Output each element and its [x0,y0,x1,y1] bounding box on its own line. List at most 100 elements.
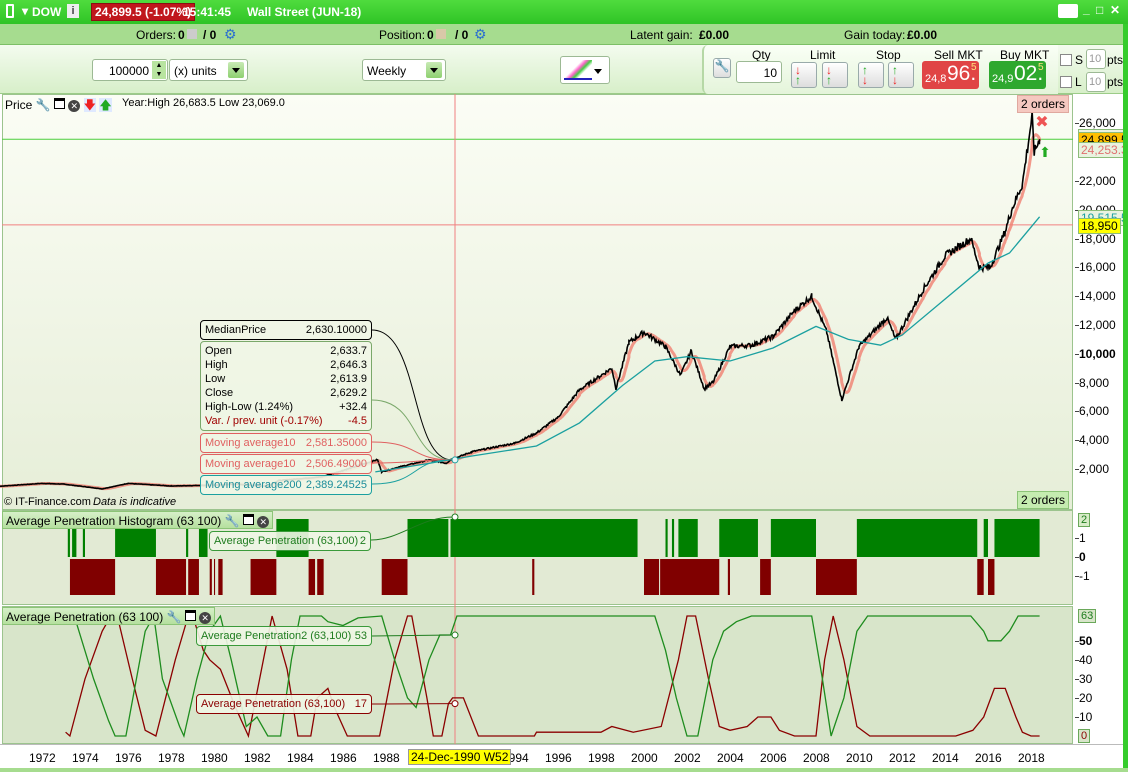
average-penetration-panel[interactable] [2,606,1073,744]
window-border [1123,24,1128,772]
stop-buy-button[interactable]: ↑ ↓ [888,62,914,88]
histogram-panel-header: Average Penetration Histogram (63 100) 🔧… [2,511,274,529]
price-axis[interactable]: 2,000 4,000 6,000 8,000 10,000 12,000 14,000 16… [1074,94,1128,510]
price-tick: 22,000 [1075,174,1116,188]
chevron-down-icon [228,62,244,78]
gear-icon[interactable]: ⚙ [224,26,237,43]
info-icon[interactable]: i [67,4,79,18]
axis-label-low: 24,253.3 [1078,141,1128,158]
close-position-icon[interactable] [436,29,446,39]
sell-market-button[interactable]: 24,8 96. 5 [922,61,979,89]
cancel-orders-icon[interactable] [187,29,197,39]
time-tick: 1986 [330,751,357,765]
units-value: (x) units [174,64,217,78]
time-tick: 2000 [631,751,658,765]
period-select[interactable]: Weekly [362,59,446,81]
ohlc-value: 2,613.9 [330,373,367,385]
close-icon[interactable]: ✕ [1110,3,1120,17]
wrench-icon[interactable]: 🔧 [167,610,182,624]
tooltip-value: 2,389.24525 [305,479,367,491]
position-total: / 0 [455,28,469,42]
orders-count: 0 [178,28,185,42]
latent-gain-label: Latent gain: [630,28,693,42]
stop-sell-button[interactable]: ↑ ↓ [858,62,884,88]
ap2-tooltip: Average Penetration2 (63,100) 53 [196,626,372,646]
ap-tick: 30 [1074,671,1093,686]
order-panel: 🔧 Qty 10 Limit ↓ ↑ ↓ ↑ Stop ↑ ↓ ↑ ↓ Sell MKT… [702,45,1058,94]
orders-badge-top[interactable]: 2 orders [1017,95,1070,113]
limit-sell-button[interactable]: ↓ ↑ [791,62,817,88]
time-tick: 1998 [588,751,615,765]
axis-label-cursor: 18,950 [1078,217,1121,234]
buy-mkt-label: Buy MKT [1000,48,1050,62]
minimize-icon[interactable]: _ [1083,2,1090,16]
instrument-symbol[interactable]: DOW [32,5,61,19]
stepper-arrows-icon[interactable]: ▲ ▼ [152,61,166,79]
ap-panel-title: Average Penetration (63 100) [6,610,164,624]
s-pts-label: pts [1107,53,1124,67]
histogram-axis[interactable]: 1 0 -1 2 [1075,510,1123,606]
s-checkbox[interactable] [1060,54,1072,66]
tooltip-value: 2,630.10000 [305,324,367,336]
price-tick: 10,000 [1075,346,1116,361]
year-range-info: Year:High 26,683.5 Low 23,069.0 [122,97,285,109]
chevron-down-icon[interactable]: ▾ [22,4,28,18]
sell-order-icon[interactable]: 🡇 [83,98,97,112]
ma10-tooltip-2: Moving average10 2,506.49000 [200,454,372,474]
time-tick: 1978 [158,751,185,765]
limit-buy-button[interactable]: ↓ ↑ [822,62,848,88]
ap-tooltip: Average Penetration (63,100) 17 [196,694,372,714]
ohlc-value: 2,633.7 [330,345,367,357]
period-value: Weekly [367,64,407,78]
maximize-icon[interactable]: □ [1096,3,1103,17]
close-panel-icon[interactable]: ✕ [199,612,212,624]
ohlc-label: Low [205,373,226,385]
l-checkbox[interactable] [1060,76,1072,88]
time-axis[interactable]: 1972 1974 1976 1978 1980 1982 1984 1986 1988 1994… [0,744,1123,768]
order-qty-input[interactable]: 10 [736,61,782,83]
time-tick: 1984 [287,751,314,765]
histogram-axis-current: 2 [1078,513,1091,527]
time-tick: 1982 [244,751,271,765]
ohlc-row: Close 2,629.2 [205,386,367,400]
buy-price-fraction: 5 [1038,62,1044,73]
buy-order-icon[interactable]: 🡅 [99,98,112,112]
ohlc-tooltip: Open 2,633.7 High 2,646.3 Low 2,613.9 Close 2,6… [200,341,372,431]
close-panel-icon[interactable]: ✕ [68,100,81,112]
price-panel[interactable] [2,94,1073,510]
orders-badge-bottom[interactable]: 2 orders [1017,491,1070,509]
tooltip-label: Average Penetration (63,100) [214,535,359,547]
quantity-value: 100000 [108,64,149,78]
keyboard-icon[interactable] [1058,4,1078,18]
ohlc-value: 2,646.3 [330,359,367,371]
s-points-input[interactable]: 10 [1086,49,1106,69]
tooltip-label: Moving average10 [205,458,296,470]
ma200-tooltip: Moving average200 2,389.24525 [200,475,372,495]
wrench-icon[interactable]: 🔧 [36,98,51,112]
tooltip-value: 17 [354,698,367,710]
ap-axis[interactable]: 50 40 30 20 10 63 0 [1074,606,1123,744]
window-icon[interactable] [53,98,65,109]
window-icon[interactable] [242,514,254,525]
tooltip-label: Average Penetration (63,100) [201,698,346,710]
disclaimer: Data is indicative [93,496,177,508]
candlestick-icon[interactable] [6,4,14,18]
position-label: Position: [379,28,426,42]
tooltip-label: Moving average200 [205,479,302,491]
time-tick: 2006 [760,751,787,765]
price-tick: 14,000 [1075,289,1116,304]
wrench-icon[interactable]: 🔧 [225,514,240,528]
l-points-input[interactable]: 10 [1086,72,1106,92]
buy-market-button[interactable]: 24,9 02. 5 [989,61,1046,89]
units-select[interactable]: (x) units [169,59,248,81]
close-panel-icon[interactable]: ✕ [257,516,270,528]
indicators-button[interactable] [560,56,610,84]
gear-icon[interactable]: ⚙ [474,26,487,43]
window-icon[interactable] [184,610,196,621]
settings-wrench-button[interactable]: 🔧 [713,58,731,78]
quantity-stepper[interactable]: 100000 ▲ ▼ [92,59,168,81]
histogram-panel-title: Average Penetration Histogram (63 100) [6,514,222,528]
ap-tick: 50 [1074,633,1093,648]
order-qty-value: 10 [763,66,777,80]
time-tick: 2018 [1018,751,1045,765]
